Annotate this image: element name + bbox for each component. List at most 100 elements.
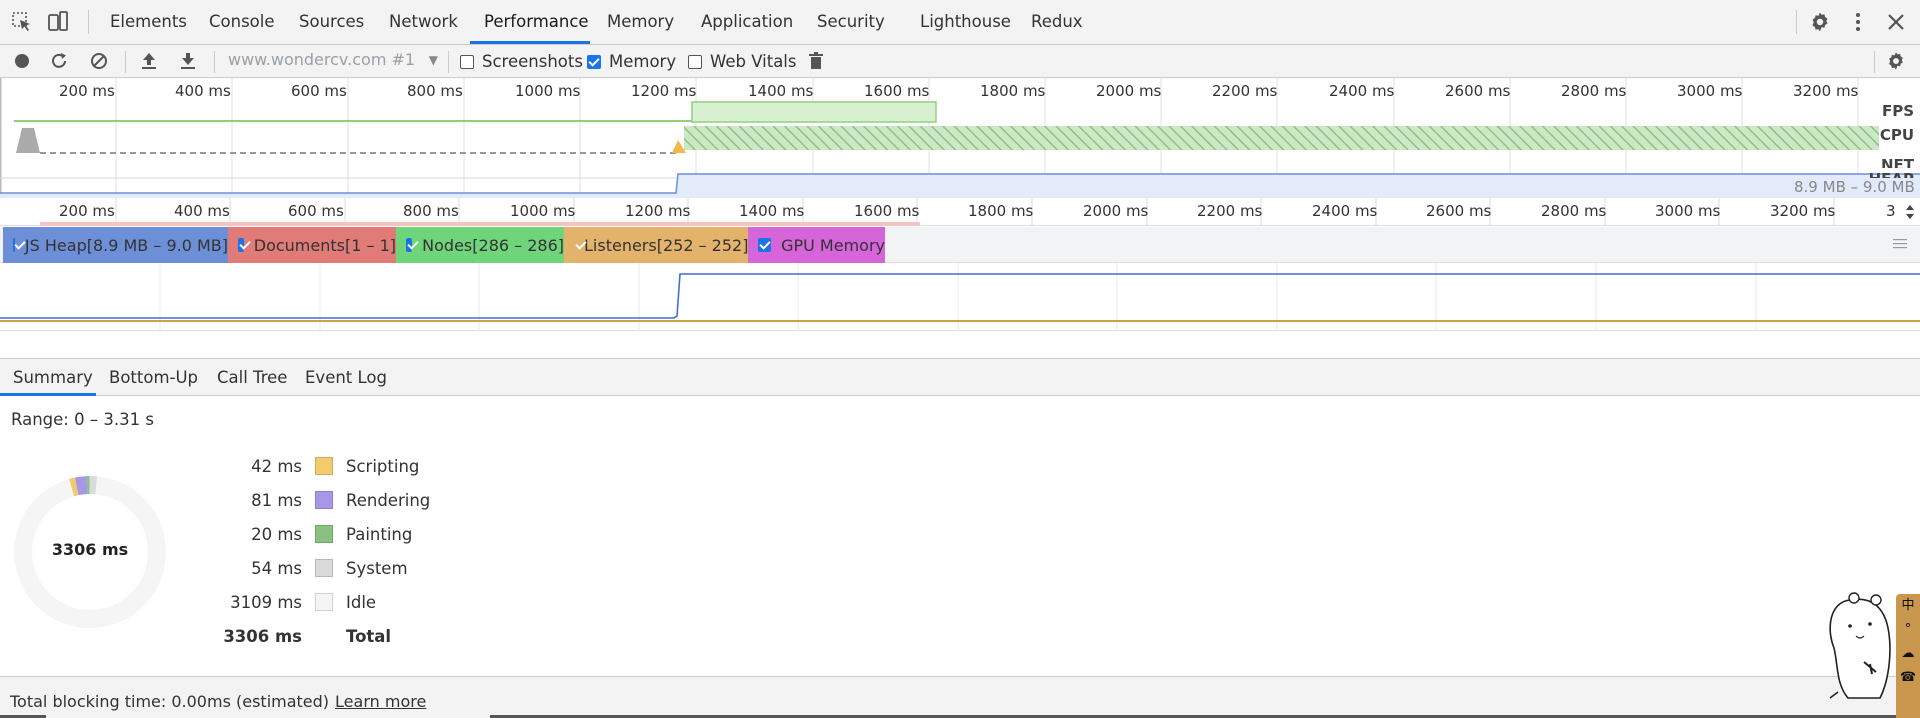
summary-value: 42 ms xyxy=(251,456,302,476)
overview-tick-label: 2000 ms xyxy=(1096,82,1162,100)
summary-total-value: 3306 ms xyxy=(223,626,302,646)
memory-counter-graph[interactable] xyxy=(0,263,1920,331)
counter-label: Listeners[252 – 252] xyxy=(584,235,749,255)
tab-bottom-up[interactable]: Bottom-Up xyxy=(109,368,198,387)
timeline-overview[interactable]: 200 ms 400 ms 600 ms 800 ms 1000 ms 1200… xyxy=(0,78,1920,198)
counter-nodes[interactable]: Nodes[286 – 286] xyxy=(396,227,564,263)
summary-value: 54 ms xyxy=(251,558,302,578)
reload-record-icon[interactable] xyxy=(48,50,70,72)
checkbox-box[interactable] xyxy=(688,54,702,69)
ruler-tick-label: 1400 ms xyxy=(739,202,805,220)
color-swatch xyxy=(315,593,333,611)
tab-memory[interactable]: Memory xyxy=(607,12,674,31)
tab-network[interactable]: Network xyxy=(389,12,458,31)
overview-tick-label: 2600 ms xyxy=(1445,82,1511,100)
timeline-ruler: 200 ms 400 ms 600 ms 800 ms 1000 ms 1200… xyxy=(0,198,1920,226)
counter-js-heap[interactable]: JS Heap[8.9 MB – 9.0 MB] xyxy=(3,227,228,263)
capture-settings-gear-icon[interactable] xyxy=(1885,50,1907,72)
screenshots-checkbox[interactable]: Screenshots xyxy=(460,52,583,71)
tab-summary[interactable]: Summary xyxy=(13,368,93,387)
checkbox-box[interactable] xyxy=(238,238,244,252)
inspect-element-icon[interactable] xyxy=(10,10,34,34)
tab-performance[interactable]: Performance xyxy=(484,12,589,31)
tab-sources[interactable]: Sources xyxy=(299,12,364,31)
checkbox-box[interactable] xyxy=(758,238,772,252)
tab-elements[interactable]: Elements xyxy=(110,12,187,31)
blocking-time-text: Total blocking time: 0.00ms (estimated) xyxy=(10,692,330,711)
ruler-tick-label: 2800 ms xyxy=(1541,202,1607,220)
active-tab-indicator xyxy=(0,393,96,396)
counter-gpu-memory[interactable]: GPU Memory xyxy=(748,227,885,263)
counter-label: Documents[1 – 1] xyxy=(253,235,396,255)
ruler-tick-label: 1800 ms xyxy=(968,202,1034,220)
ime-item[interactable]: ° xyxy=(1896,618,1920,642)
color-swatch xyxy=(315,525,333,543)
overview-tick-label: 600 ms xyxy=(291,82,347,100)
device-toolbar-icon[interactable] xyxy=(46,10,70,34)
ime-item[interactable]: 中 xyxy=(1896,594,1920,618)
checkbox-box[interactable] xyxy=(460,54,474,69)
summary-row-system: 54 ms System xyxy=(190,556,407,580)
status-footer: Total blocking time: 0.00ms (estimated) L… xyxy=(0,676,1920,718)
overview-tick-label: 400 ms xyxy=(175,82,231,100)
blocking-time: Total blocking time: 0.00ms (estimated) L… xyxy=(10,692,426,711)
counter-label: JS Heap[8.9 MB – 9.0 MB] xyxy=(24,235,228,255)
web-vitals-checkbox[interactable]: Web Vitals xyxy=(688,52,797,71)
ruler-tick-label: 1200 ms xyxy=(625,202,691,220)
ruler-tick-label: 2000 ms xyxy=(1083,202,1149,220)
ruler-tick-label: 1600 ms xyxy=(854,202,920,220)
tab-application[interactable]: Application xyxy=(701,12,793,31)
upload-profile-icon[interactable] xyxy=(138,50,160,72)
learn-more-link[interactable]: Learn more xyxy=(335,692,426,711)
tab-console[interactable]: Console xyxy=(209,12,275,31)
counter-documents[interactable]: Documents[1 – 1] xyxy=(228,227,396,263)
ime-item[interactable]: ☎ xyxy=(1896,666,1920,690)
scroll-arrows-icon[interactable] xyxy=(1904,202,1916,222)
checkbox-box[interactable] xyxy=(13,238,15,252)
tab-lighthouse[interactable]: Lighthouse xyxy=(920,12,1011,31)
toolbar-divider xyxy=(448,51,449,73)
overview-tick-label: 800 ms xyxy=(407,82,463,100)
clear-icon[interactable] xyxy=(88,50,110,72)
ruler-tick-label: 3 xyxy=(1886,202,1896,220)
color-swatch xyxy=(315,491,333,509)
overview-tick-label: 1200 ms xyxy=(631,82,697,100)
summary-total-label: Total xyxy=(346,626,392,646)
record-icon[interactable] xyxy=(11,50,33,72)
hamburger-menu-icon[interactable] xyxy=(1892,237,1908,251)
dropdown-arrow-icon: ▼ xyxy=(428,53,438,67)
web-vitals-label: Web Vitals xyxy=(710,52,797,71)
checkbox-box[interactable] xyxy=(406,238,413,252)
color-swatch xyxy=(315,457,333,475)
tab-call-tree[interactable]: Call Tree xyxy=(217,368,287,387)
recording-select[interactable]: www.wondercv.com #1 ▼ xyxy=(228,50,438,72)
checkbox-box[interactable] xyxy=(587,54,601,69)
close-icon[interactable] xyxy=(1884,10,1908,34)
ruler-tick-label: 800 ms xyxy=(403,202,459,220)
trash-icon[interactable] xyxy=(805,50,827,72)
summary-label: Painting xyxy=(346,524,413,544)
overview-tick-label: 2200 ms xyxy=(1212,82,1278,100)
counter-listeners[interactable]: Listeners[252 – 252] xyxy=(564,227,748,263)
settings-gear-icon[interactable] xyxy=(1808,10,1832,34)
performance-toolbar: www.wondercv.com #1 ▼ Screenshots Memory… xyxy=(0,45,1920,78)
ruler-tick-label: 1000 ms xyxy=(510,202,576,220)
counter-label: GPU Memory xyxy=(781,235,885,255)
overview-tick-label: 2400 ms xyxy=(1329,82,1395,100)
mascot-sticker-icon xyxy=(1829,592,1891,699)
ime-side-strip[interactable]: 中 ° ☁ ☎ xyxy=(1896,594,1920,718)
ime-item[interactable]: ☁ xyxy=(1896,642,1920,666)
tab-security[interactable]: Security xyxy=(817,12,885,31)
overview-tick-label: 1000 ms xyxy=(515,82,581,100)
toolbar-divider xyxy=(214,51,215,73)
summary-label: Scripting xyxy=(346,456,420,476)
screenshots-label: Screenshots xyxy=(482,52,583,71)
download-profile-icon[interactable] xyxy=(177,50,199,72)
ruler-tick-label: 600 ms xyxy=(288,202,344,220)
overview-tick-label: 1400 ms xyxy=(748,82,814,100)
tab-event-log[interactable]: Event Log xyxy=(305,368,387,387)
more-options-icon[interactable] xyxy=(1846,10,1870,34)
tab-redux[interactable]: Redux xyxy=(1031,12,1083,31)
summary-row-painting: 20 ms Painting xyxy=(190,522,412,546)
memory-checkbox[interactable]: Memory xyxy=(587,52,676,71)
